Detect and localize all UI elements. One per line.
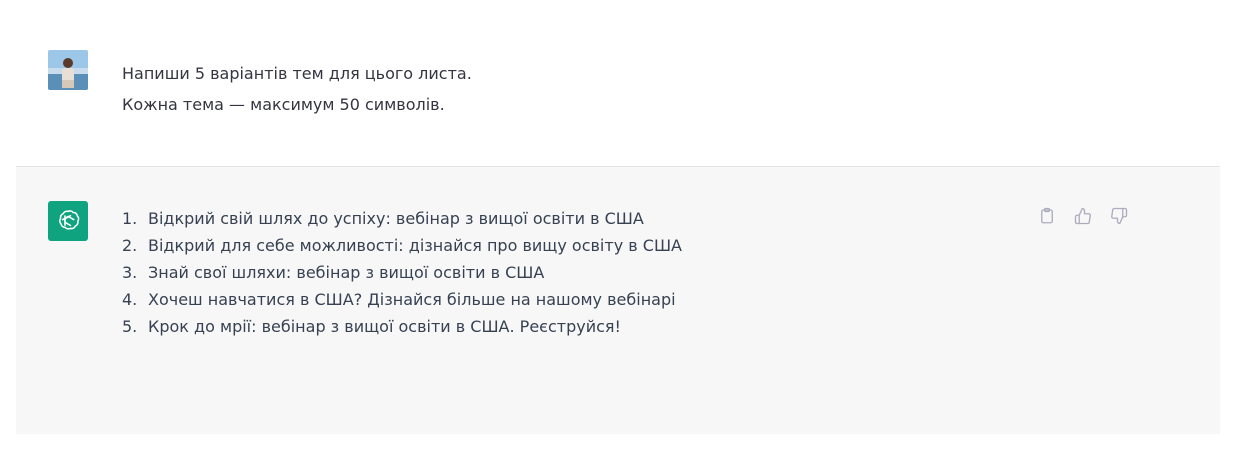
user-message-text: Напиши 5 варіантів тем для цього листа. … <box>122 58 472 120</box>
list-item-text: Відкрий свій шлях до успіху: вебінар з в… <box>148 209 644 228</box>
list-item: 1. Відкрий свій шлях до успіху: вебінар з… <box>122 205 682 232</box>
list-item-number: 1. <box>122 209 138 228</box>
thumbs-down-icon <box>1111 207 1128 225</box>
list-item-text: Відкрий для себе можливості: дізнайся пр… <box>148 236 682 255</box>
assistant-message: 1. Відкрий свій шлях до успіху: вебінар з… <box>16 166 1220 434</box>
copy-button[interactable] <box>1036 205 1058 227</box>
list-item: 5. Крок до мрії: вебінар з вищої освіти в… <box>122 313 682 340</box>
list-item-text: Знай свої шляхи: вебінар з вищої освіти … <box>148 263 545 282</box>
list-item: 2. Відкрий для себе можливості: дізнайся … <box>122 232 682 259</box>
openai-logo-icon <box>48 201 88 241</box>
answer-list: 1. Відкрий свій шлях до успіху: вебінар з… <box>122 205 682 340</box>
list-item-text: Крок до мрії: вебінар з вищої освіти в С… <box>148 317 621 336</box>
list-item: 4. Хочеш навчатися в США? Дізнайся більше… <box>122 286 682 313</box>
clipboard-icon <box>1041 207 1053 224</box>
list-item-number: 2. <box>122 236 138 255</box>
thumbs-down-button[interactable] <box>1108 205 1130 227</box>
user-message: Напиши 5 варіантів тем для цього листа. … <box>0 0 1238 166</box>
user-message-line: Кожна тема — максимум 50 символів. <box>122 95 445 114</box>
thumbs-up-button[interactable] <box>1072 205 1094 227</box>
user-message-line: Напиши 5 варіантів тем для цього листа. <box>122 64 472 83</box>
thumbs-up-icon <box>1074 207 1091 225</box>
list-item-number: 4. <box>122 290 138 309</box>
list-item-text: Хочеш навчатися в США? Дізнайся більше н… <box>148 290 676 309</box>
list-item: 3. Знай свої шляхи: вебінар з вищої освіт… <box>122 259 682 286</box>
user-avatar <box>48 50 88 90</box>
list-item-number: 3. <box>122 263 138 282</box>
message-actions <box>1036 205 1130 227</box>
list-item-number: 5. <box>122 317 138 336</box>
